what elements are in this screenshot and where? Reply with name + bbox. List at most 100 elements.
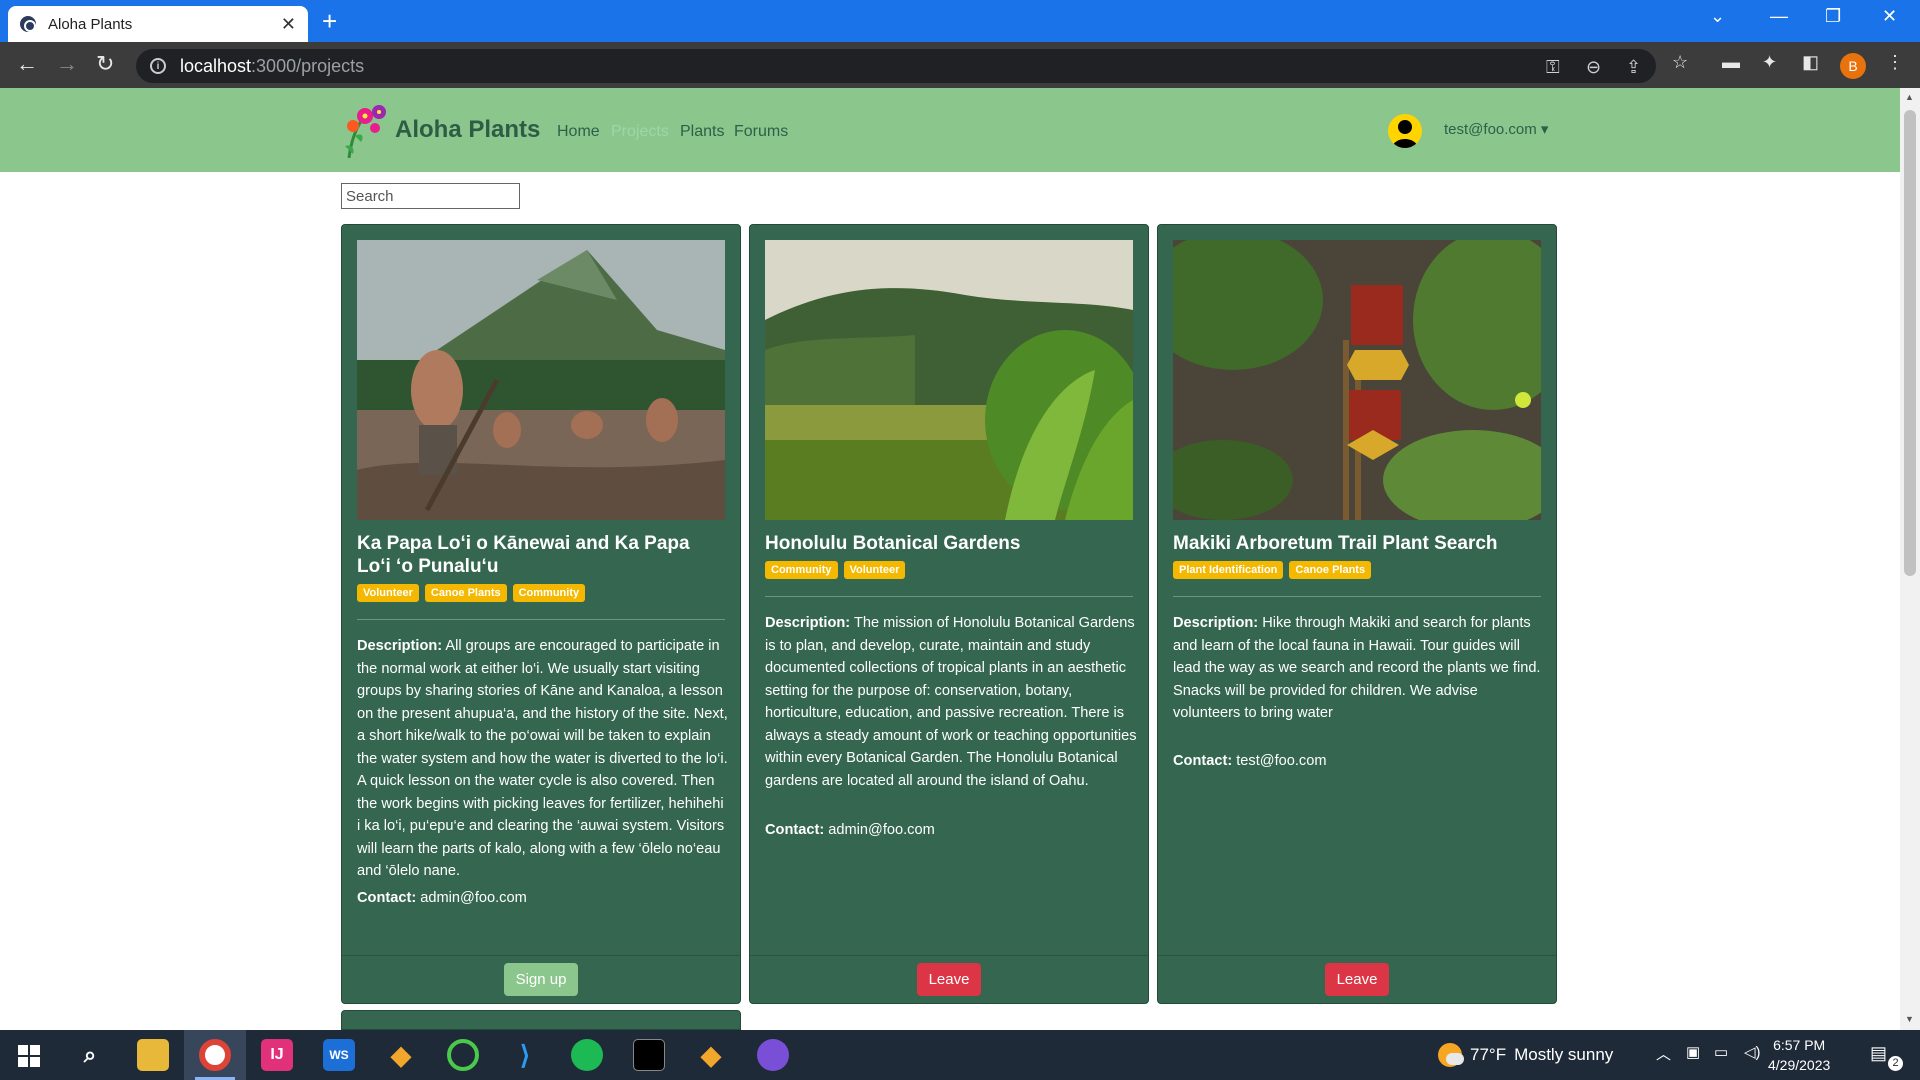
extensions-puzzle-icon[interactable]: ✦ bbox=[1762, 52, 1777, 73]
browser-tab[interactable]: Aloha Plants ✕ bbox=[8, 6, 308, 42]
nav-link-home[interactable]: Home bbox=[557, 123, 600, 141]
scroll-up-icon[interactable]: ▲ bbox=[1905, 92, 1914, 102]
search-icon[interactable]: ⌕ bbox=[74, 1039, 106, 1071]
card-description: Description: Hike through Makiki and sea… bbox=[1173, 612, 1545, 725]
leave-button[interactable]: Leave bbox=[1324, 963, 1390, 996]
windows-taskbar: ⌕ IJ WS ◆ ⟩ ◆ 77°F Mostly sunny ︿ ▣ ▭ ◁)… bbox=[0, 1030, 1920, 1080]
site-navbar: Aloha Plants Home Projects Plants Forums… bbox=[0, 88, 1900, 172]
weather-temp: 77°F bbox=[1470, 1045, 1507, 1064]
minimize-icon[interactable]: — bbox=[1770, 6, 1788, 27]
system-clock[interactable]: 6:57 PM 4/29/2023 bbox=[1768, 1035, 1830, 1075]
card-footer: Leave bbox=[1158, 955, 1556, 1003]
restore-icon[interactable]: ❐ bbox=[1825, 6, 1841, 27]
profile-avatar[interactable]: B bbox=[1840, 53, 1866, 79]
description-text: All groups are encouraged to participate… bbox=[357, 638, 728, 879]
intellij-icon[interactable]: IJ bbox=[261, 1039, 293, 1071]
description-label: Description: bbox=[765, 615, 851, 631]
contact-label: Contact: bbox=[765, 822, 825, 838]
tag-list: Volunteer Canoe Plants Community bbox=[357, 584, 586, 602]
sync-app-icon[interactable] bbox=[447, 1039, 479, 1071]
contact-email: admin@foo.com bbox=[420, 890, 527, 906]
card-contact: Contact: test@foo.com bbox=[1173, 750, 1545, 773]
notification-count: 2 bbox=[1888, 1056, 1903, 1071]
browser-menu-icon[interactable]: ⋮ bbox=[1886, 52, 1904, 73]
webstorm-icon[interactable]: WS bbox=[323, 1039, 355, 1071]
tag-list: Plant Identification Canoe Plants bbox=[1173, 561, 1372, 579]
tray-chevron-icon[interactable]: ︿ bbox=[1656, 1043, 1671, 1064]
weather-widget[interactable]: 77°F Mostly sunny bbox=[1438, 1043, 1613, 1067]
project-card: Honolulu Botanical Gardens Community Vol… bbox=[749, 224, 1149, 1004]
user-avatar[interactable] bbox=[1388, 114, 1422, 148]
scrollbar-thumb[interactable] bbox=[1904, 110, 1916, 576]
tag-badge: Canoe Plants bbox=[1289, 561, 1372, 579]
description-text: The mission of Honolulu Botanical Garden… bbox=[765, 615, 1137, 789]
leave-button[interactable]: Leave bbox=[916, 963, 982, 996]
card-description: Description: The mission of Honolulu Bot… bbox=[765, 612, 1137, 792]
chrome-icon[interactable] bbox=[199, 1039, 231, 1071]
scroll-down-icon[interactable]: ▼ bbox=[1905, 1014, 1914, 1024]
page-viewport: Aloha Plants Home Projects Plants Forums… bbox=[0, 88, 1900, 1030]
site-info-icon[interactable]: i bbox=[150, 58, 166, 74]
signup-button[interactable]: Sign up bbox=[503, 963, 579, 996]
project-card: Makiki Arboretum Trail Plant Search Plan… bbox=[1157, 224, 1557, 1004]
tag-list: Community Volunteer bbox=[765, 561, 906, 579]
weather-icon bbox=[1438, 1043, 1464, 1067]
card-footer: Leave bbox=[750, 955, 1148, 1003]
password-key-icon[interactable]: ⚿ bbox=[1546, 57, 1560, 78]
device-icon[interactable]: ▣ bbox=[1686, 1043, 1700, 1061]
back-icon[interactable]: ← bbox=[16, 52, 38, 76]
zoom-icon[interactable]: ⊖ bbox=[1586, 57, 1601, 78]
project-image bbox=[357, 240, 725, 520]
project-card-partial bbox=[341, 1010, 741, 1030]
nav-link-forums[interactable]: Forums bbox=[734, 123, 788, 141]
notifications-icon[interactable]: ▤ bbox=[1870, 1043, 1887, 1064]
contact-email: test@foo.com bbox=[1236, 753, 1327, 769]
card-contact: Contact: admin@foo.com bbox=[765, 819, 1137, 842]
spotify-icon[interactable] bbox=[571, 1039, 603, 1071]
project-image bbox=[765, 240, 1133, 520]
close-window-icon[interactable]: ✕ bbox=[1882, 6, 1897, 27]
extension-badge-icon[interactable]: ▬ bbox=[1722, 52, 1740, 73]
vscode-icon[interactable]: ⟩ bbox=[509, 1039, 541, 1071]
tab-search-icon[interactable]: ⌄ bbox=[1710, 6, 1725, 27]
contact-label: Contact: bbox=[1173, 753, 1233, 769]
hibiscus-logo-icon[interactable] bbox=[341, 102, 389, 158]
user-silhouette-icon bbox=[1392, 120, 1418, 148]
new-tab-icon[interactable]: + bbox=[322, 8, 337, 34]
forward-icon[interactable]: → bbox=[56, 52, 78, 76]
terminal-icon[interactable] bbox=[633, 1039, 665, 1071]
volume-icon[interactable]: ◁) bbox=[1744, 1043, 1761, 1061]
file-explorer-icon[interactable] bbox=[137, 1039, 169, 1071]
reload-icon[interactable]: ↻ bbox=[96, 52, 114, 76]
browser-tab-bar: Aloha Plants ✕ + ⌄ — ❐ ✕ bbox=[0, 0, 1920, 42]
messenger-icon[interactable] bbox=[757, 1039, 789, 1071]
card-divider bbox=[765, 596, 1133, 597]
page-scrollbar[interactable]: ▲ ▼ bbox=[1900, 88, 1920, 1030]
battery-icon[interactable]: ▭ bbox=[1714, 1043, 1728, 1061]
git-client-icon[interactable]: ◆ bbox=[385, 1039, 417, 1071]
nav-link-projects[interactable]: Projects bbox=[611, 123, 669, 141]
description-label: Description: bbox=[357, 638, 443, 654]
tag-badge: Canoe Plants bbox=[424, 584, 507, 602]
bookmark-star-icon[interactable]: ☆ bbox=[1672, 52, 1688, 73]
description-label: Description: bbox=[1173, 615, 1259, 631]
user-menu-dropdown[interactable]: test@foo.com ▾ bbox=[1444, 120, 1548, 138]
tag-badge: Community bbox=[765, 561, 838, 579]
tab-close-icon[interactable]: ✕ bbox=[281, 14, 296, 35]
windows-start-icon[interactable] bbox=[18, 1045, 40, 1067]
contact-email: admin@foo.com bbox=[828, 822, 935, 838]
nav-link-plants[interactable]: Plants bbox=[680, 123, 724, 141]
share-icon[interactable]: ⇪ bbox=[1626, 57, 1641, 78]
card-title: Makiki Arboretum Trail Plant Search bbox=[1173, 533, 1498, 554]
project-card: Ka Papa Lo‘i o Kānewai and Ka Papa Lo‘i … bbox=[341, 224, 741, 1004]
side-panel-icon[interactable]: ◧ bbox=[1802, 52, 1819, 73]
brand-name[interactable]: Aloha Plants bbox=[395, 116, 540, 144]
search-input[interactable] bbox=[341, 183, 520, 209]
tag-badge: Community bbox=[512, 584, 586, 602]
tag-badge: Volunteer bbox=[357, 584, 419, 602]
address-bar[interactable]: i localhost :3000/projects ⚿ ⊖ ⇪ bbox=[136, 49, 1656, 83]
tab-title: Aloha Plants bbox=[48, 15, 133, 33]
tab-favicon-icon bbox=[20, 16, 36, 32]
git-client-2-icon[interactable]: ◆ bbox=[695, 1039, 727, 1071]
contact-label: Contact: bbox=[357, 890, 417, 906]
